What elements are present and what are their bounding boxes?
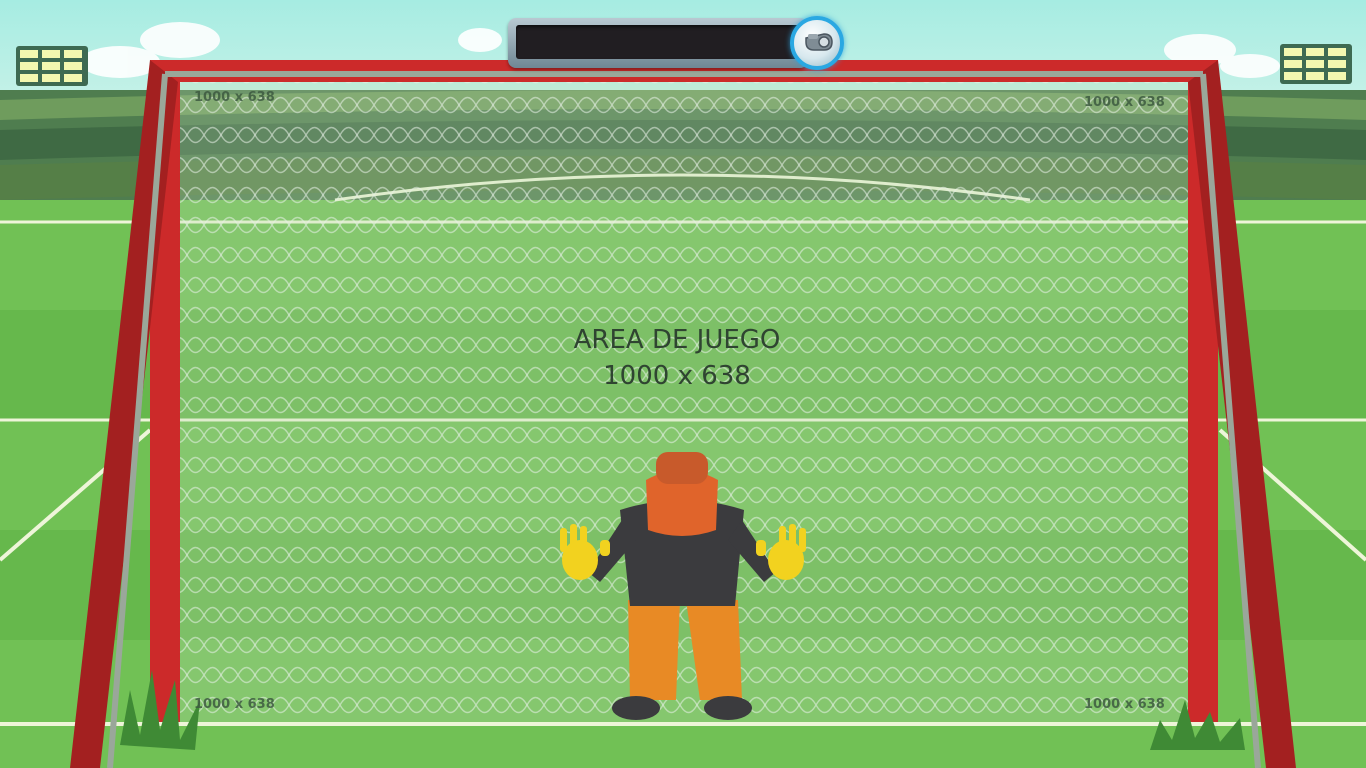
timer-bar-fill (516, 25, 800, 59)
stadium-lights-right (1280, 44, 1352, 84)
whistle-icon (805, 33, 833, 51)
corner-label-top-left: 1000 x 638 (194, 90, 275, 105)
timer-bar (508, 18, 808, 68)
corner-label-bottom-right: 1000 x 638 (1084, 697, 1165, 712)
whistle-button[interactable] (790, 16, 844, 70)
corner-label-bottom-left: 1000 x 638 (194, 697, 275, 712)
play-area-title: AREA DE JUEGO (573, 325, 781, 355)
play-area-label: AREA DE JUEGO 1000 x 638 (470, 322, 884, 394)
corner-label-top-right: 1000 x 638 (1084, 95, 1165, 110)
play-area-size: 1000 x 638 (603, 361, 751, 391)
stadium-lights-left (16, 46, 88, 86)
goal-net (178, 82, 1188, 722)
